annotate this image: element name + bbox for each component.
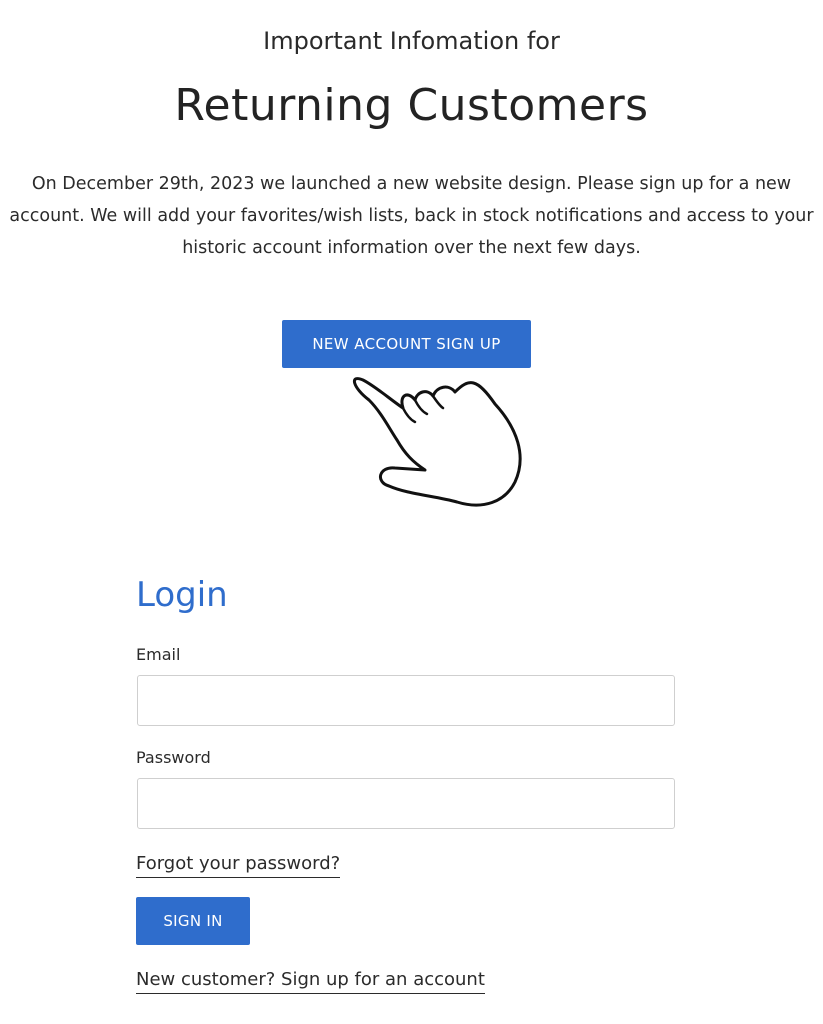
- page-title: Returning Customers: [174, 80, 649, 131]
- email-input[interactable]: [137, 675, 675, 726]
- password-input[interactable]: [137, 778, 675, 829]
- login-heading: Login: [136, 575, 228, 615]
- notice-message: On December 29th, 2023 we launched a new…: [9, 174, 814, 258]
- login-form: Login Email Password Forgot your passwor…: [136, 570, 678, 994]
- sign-in-button[interactable]: SIGN IN: [136, 897, 250, 945]
- forgot-password-link[interactable]: Forgot your password?: [136, 852, 341, 878]
- password-label: Password: [136, 748, 211, 767]
- notice-subtitle: Important Infomation for: [263, 27, 560, 55]
- email-label: Email: [136, 645, 181, 664]
- new-account-signup-button[interactable]: NEW ACCOUNT SIGN UP: [282, 320, 531, 368]
- new-customer-signup-link[interactable]: New customer? Sign up for an account: [136, 968, 485, 994]
- pointing-hand-icon: [353, 377, 522, 507]
